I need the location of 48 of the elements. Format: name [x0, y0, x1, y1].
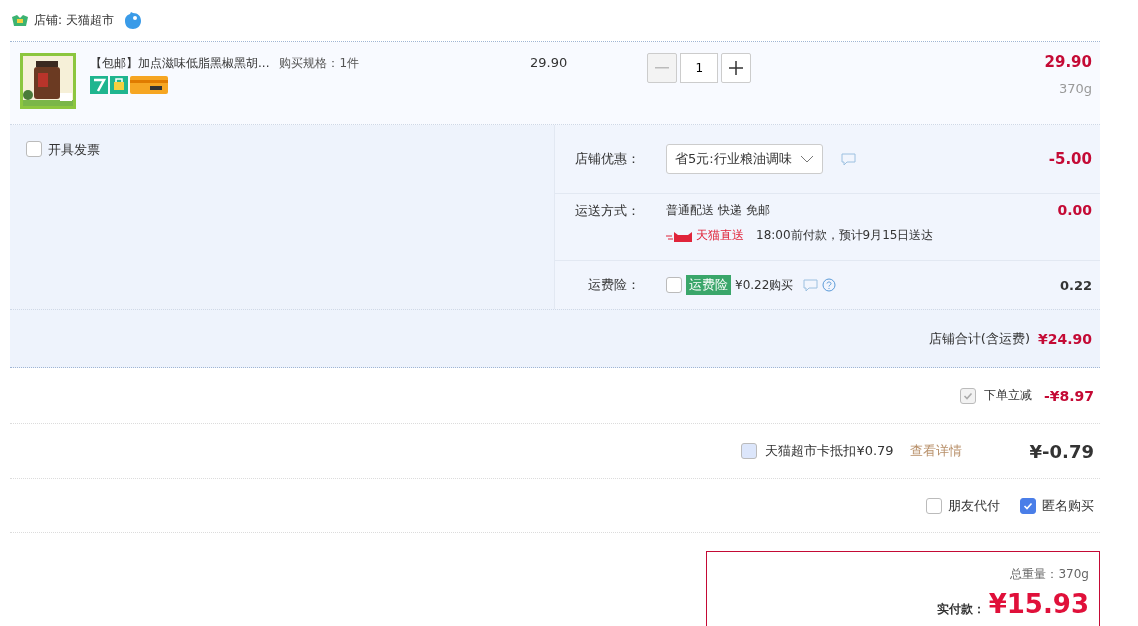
delivery-service-label: 天猫直送	[696, 227, 744, 244]
insurance-label: 运费险：	[587, 276, 640, 294]
instant-discount-amount: -¥8.97	[1043, 387, 1094, 404]
seven-icon	[90, 76, 108, 94]
checkbox[interactable]	[926, 497, 942, 514]
insurance-tag: 运费险	[686, 275, 731, 295]
insurance-price: ¥0.22购买	[735, 276, 794, 294]
checkbox[interactable]	[741, 443, 758, 459]
checkbox[interactable]	[1020, 497, 1036, 514]
checkbox[interactable]	[666, 277, 682, 293]
card-icon	[130, 76, 168, 94]
plus-button[interactable]	[721, 53, 752, 83]
checkbox[interactable]	[26, 141, 42, 157]
card-deduction-label: 天猫超市卡抵扣¥0.79	[765, 442, 894, 460]
shipping-label: 运送方式：	[574, 202, 640, 220]
store-total-label: 店铺合计(含运费)	[928, 329, 1030, 348]
minus-icon	[655, 67, 670, 69]
shipping-method: 普通配送 快递 免邮	[666, 202, 771, 219]
plus-icon	[729, 61, 744, 75]
coupon-select[interactable]: 省5元:行业粮油调味	[666, 144, 823, 174]
discount-label: 店铺优惠：	[574, 150, 640, 168]
total-weight: 总重量：370g	[1010, 566, 1089, 583]
check-icon	[1023, 500, 1033, 511]
card-deduction-amount: ¥-0.79	[1029, 440, 1094, 462]
invoice-label: 开具发票	[48, 141, 100, 159]
shipping-amount: 0.00	[1057, 202, 1093, 220]
store-name: 店铺: 天猫超市	[34, 12, 114, 29]
help-icon[interactable]	[822, 278, 837, 292]
shop-icon	[12, 14, 28, 27]
option-label: 朋友代付	[948, 496, 1000, 515]
discount-amount: -5.00	[1048, 150, 1093, 168]
item-weight: 370g	[1058, 81, 1092, 96]
quantity-field[interactable]: 1	[680, 53, 719, 83]
product-spec: 购买规格：1件	[279, 55, 360, 72]
store-total-amount: ¥24.90	[1037, 330, 1092, 347]
instant-discount-label: 下单立减	[983, 387, 1032, 404]
comment-icon[interactable]	[803, 278, 819, 292]
delivery-eta: 18:00前付款，预计9月15日送达	[756, 227, 934, 244]
caret-icon	[799, 155, 814, 163]
cat-icon	[666, 229, 694, 242]
option-label: 匿名购买	[1042, 496, 1094, 515]
unit-price: 29.90	[530, 55, 568, 72]
pay-amount: ¥15.93	[988, 589, 1089, 619]
comment-icon[interactable]	[840, 152, 856, 166]
pay-label: 实付款：	[936, 601, 985, 618]
item-total: 29.90	[1044, 53, 1092, 71]
insurance-amount: 0.22	[1059, 277, 1093, 293]
product-title[interactable]: 【包邮】加点滋味低脂黑椒黑胡...	[90, 55, 270, 72]
